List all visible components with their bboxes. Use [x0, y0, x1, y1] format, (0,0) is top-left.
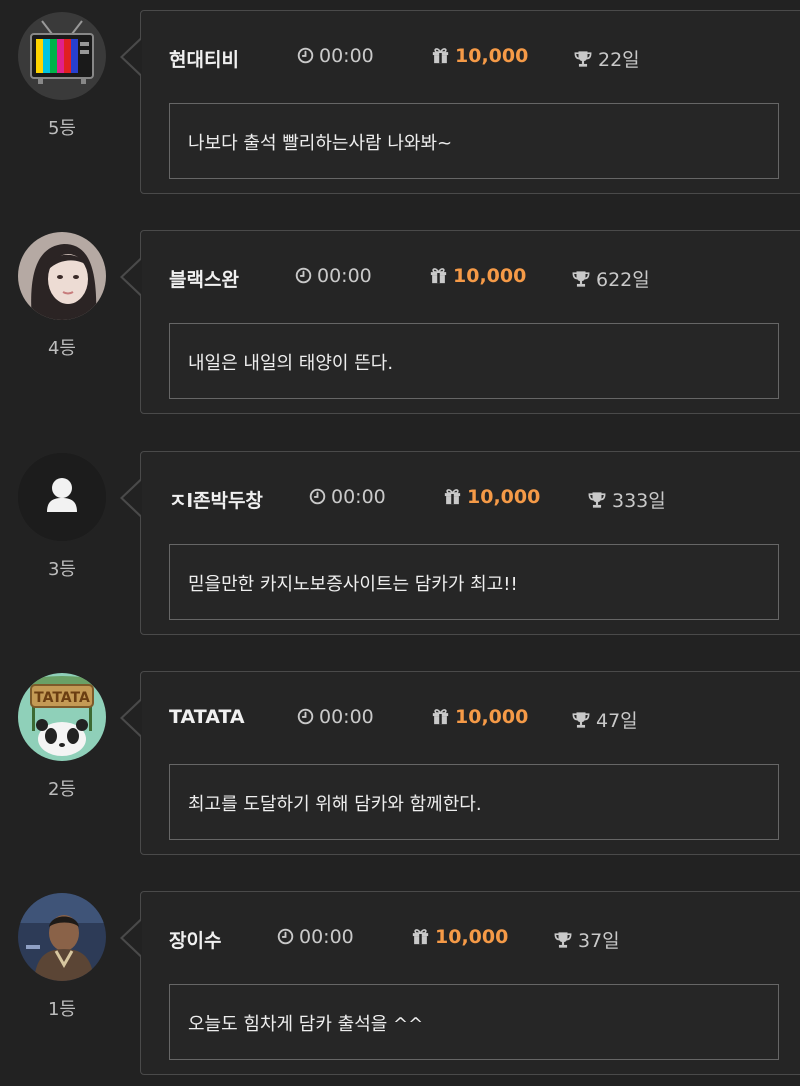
days-value: 333일: [612, 490, 666, 512]
rank-label: 4등: [47, 338, 76, 359]
days-value: 622일: [596, 269, 650, 291]
gift-icon: [429, 267, 448, 289]
gift-icon: [431, 47, 450, 69]
gift-icon: [411, 928, 430, 950]
points-awarded: 10,000: [431, 45, 528, 69]
check-in-time: 00:00: [297, 45, 374, 69]
trophy-icon: [573, 50, 593, 73]
username[interactable]: ㅈl존박두창: [169, 486, 263, 513]
comment-meta: 블랙스완 00:00 10,000 622일: [141, 261, 800, 291]
card-pointer-inner: [123, 39, 142, 75]
attendance-days: 37일: [553, 926, 620, 954]
attendance-entry: 1등 장이수 00:00 10,000 37일오늘도 힘차게 담카 출석을 ^^: [0, 891, 800, 1079]
days-value: 47일: [596, 710, 638, 732]
comment-meta: ㅈl존박두창 00:00 10,000 333일: [141, 482, 800, 512]
trophy-icon: [587, 491, 607, 514]
message-box: 최고를 도달하기 위해 담카와 함께한다.: [169, 764, 779, 840]
clock-icon: [277, 928, 294, 950]
trophy-icon: [553, 931, 573, 954]
gift-icon: [431, 708, 450, 730]
time-value: 00:00: [331, 486, 386, 508]
rank-label: 5등: [47, 118, 76, 139]
message-box: 내일은 내일의 태양이 뜬다.: [169, 323, 779, 399]
rank-label: 3등: [47, 559, 76, 580]
time-value: 00:00: [299, 926, 354, 948]
message-box: 나보다 출석 빨리하는사람 나와봐~: [169, 103, 779, 179]
clock-icon: [309, 488, 326, 510]
avatar[interactable]: [18, 12, 106, 100]
points-value: 10,000: [435, 926, 509, 948]
points-awarded: 10,000: [411, 926, 508, 950]
avatar[interactable]: TATATA: [18, 673, 106, 761]
comment-card: 블랙스완 00:00 10,000 622일내일은 내일의 태양이 뜬다.: [140, 230, 800, 414]
message-text: 오늘도 힘차게 담카 출석을 ^^: [188, 1014, 424, 1035]
attendance-days: 22일: [573, 45, 640, 73]
time-value: 00:00: [319, 45, 374, 67]
points-value: 10,000: [455, 45, 529, 67]
comment-card: 장이수 00:00 10,000 37일오늘도 힘차게 담카 출석을 ^^: [140, 891, 800, 1075]
svg-text:TATATA: TATATA: [34, 690, 90, 706]
attendance-days: 333일: [587, 486, 666, 514]
days-value: 22일: [598, 49, 640, 71]
trophy-icon: [571, 270, 591, 293]
clock-icon: [297, 708, 314, 730]
trophy-icon: [571, 711, 591, 734]
check-in-time: 00:00: [295, 265, 372, 289]
time-value: 00:00: [317, 265, 372, 287]
time-value: 00:00: [319, 706, 374, 728]
points-awarded: 10,000: [429, 265, 526, 289]
username[interactable]: TATATA: [169, 706, 245, 728]
comment-meta: TATATA 00:00 10,000 47일: [141, 702, 800, 732]
avatar[interactable]: [18, 232, 106, 320]
rank-label: 2등: [47, 779, 76, 800]
card-pointer-inner: [123, 920, 142, 956]
points-awarded: 10,000: [431, 706, 528, 730]
card-pointer-inner: [123, 259, 142, 295]
gift-icon: [443, 488, 462, 510]
attendance-entry: TATATA 2등 TATATA 00:00 10,000 47일최고를 도달하기 위해 …: [0, 671, 800, 859]
rank-label: 1등: [47, 999, 76, 1020]
attendance-days: 622일: [571, 265, 650, 293]
comment-card: ㅈl존박두창 00:00 10,000 333일믿을만한 카지노보증사이트는 담카가 …: [140, 451, 800, 635]
points-value: 10,000: [453, 265, 527, 287]
attendance-entry: 5등 현대티비 00:00 10,000 22일나보다 출석 빨리하는사람 나와봐~: [0, 10, 800, 198]
avatar[interactable]: [18, 453, 106, 541]
username[interactable]: 현대티비: [169, 45, 239, 72]
message-box: 오늘도 힘차게 담카 출석을 ^^: [169, 984, 779, 1060]
days-value: 37일: [578, 930, 620, 952]
avatar[interactable]: [18, 893, 106, 981]
message-text: 믿을만한 카지노보증사이트는 담카가 최고!!: [188, 574, 518, 595]
message-box: 믿을만한 카지노보증사이트는 담카가 최고!!: [169, 544, 779, 620]
message-text: 내일은 내일의 태양이 뜬다.: [188, 353, 394, 374]
username[interactable]: 블랙스완: [169, 265, 239, 292]
comment-meta: 현대티비 00:00 10,000 22일: [141, 41, 800, 71]
points-awarded: 10,000: [443, 486, 540, 510]
attendance-entry: 3등 ㅈl존박두창 00:00 10,000 333일믿을만한 카지노보증사이트는 담카…: [0, 451, 800, 639]
comment-card: TATATA 00:00 10,000 47일최고를 도달하기 위해 담카와 함께한다…: [140, 671, 800, 855]
points-value: 10,000: [455, 706, 529, 728]
message-text: 최고를 도달하기 위해 담카와 함께한다.: [188, 794, 482, 815]
clock-icon: [297, 47, 314, 69]
comment-meta: 장이수 00:00 10,000 37일: [141, 922, 800, 952]
points-value: 10,000: [467, 486, 541, 508]
card-pointer-inner: [123, 700, 142, 736]
username[interactable]: 장이수: [169, 926, 221, 953]
clock-icon: [295, 267, 312, 289]
check-in-time: 00:00: [297, 706, 374, 730]
comment-card: 현대티비 00:00 10,000 22일나보다 출석 빨리하는사람 나와봐~: [140, 10, 800, 194]
message-text: 나보다 출석 빨리하는사람 나와봐~: [188, 133, 453, 154]
check-in-time: 00:00: [309, 486, 386, 510]
attendance-days: 47일: [571, 706, 638, 734]
check-in-time: 00:00: [277, 926, 354, 950]
card-pointer-inner: [123, 480, 142, 516]
attendance-entry: 4등 블랙스완 00:00 10,000 622일내일은 내일의 태양이 뜬다.: [0, 230, 800, 418]
